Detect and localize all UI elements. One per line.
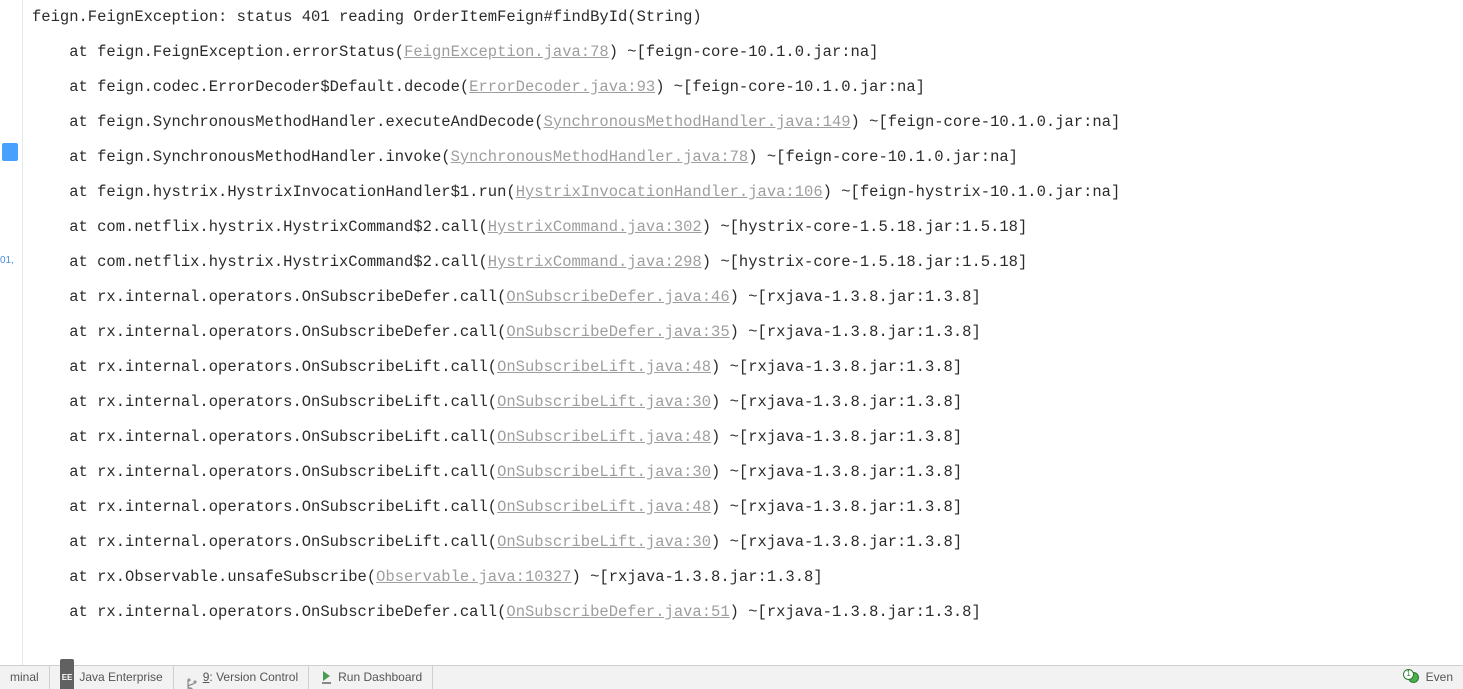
frame-suffix: ) ~[rxjava-1.3.8.jar:1.3.8] [711, 533, 962, 551]
stack-frame: at rx.internal.operators.OnSubscribeLift… [32, 525, 1120, 560]
branch-icon [184, 671, 198, 685]
terminal-tab[interactable]: minal [0, 666, 50, 689]
stack-frame: at com.netflix.hystrix.HystrixCommand$2.… [32, 245, 1120, 280]
stack-frame: at com.netflix.hystrix.HystrixCommand$2.… [32, 210, 1120, 245]
stack-frame: at rx.internal.operators.OnSubscribeDefe… [32, 280, 1120, 315]
stack-frame: at rx.internal.operators.OnSubscribeLift… [32, 455, 1120, 490]
ide-console-panel: 01, feign.FeignException: status 401 rea… [0, 0, 1463, 689]
source-link[interactable]: HystrixCommand.java:298 [488, 253, 702, 271]
event-log-label: Even [1426, 660, 1453, 689]
stack-frame: at feign.SynchronousMethodHandler.execut… [32, 105, 1120, 140]
stack-frame: at rx.internal.operators.OnSubscribeLift… [32, 385, 1120, 420]
frame-suffix: ) ~[rxjava-1.3.8.jar:1.3.8] [711, 358, 962, 376]
source-link[interactable]: ErrorDecoder.java:93 [469, 78, 655, 96]
source-link[interactable]: OnSubscribeDefer.java:35 [506, 323, 729, 341]
frame-prefix: at rx.Observable.unsafeSubscribe( [32, 568, 376, 586]
gutter-annotation: 01, [0, 243, 14, 278]
frame-suffix: ) ~[rxjava-1.3.8.jar:1.3.8] [730, 603, 981, 621]
frame-prefix: at rx.internal.operators.OnSubscribeDefe… [32, 603, 506, 621]
exception-header: feign.FeignException: status 401 reading… [32, 0, 1120, 35]
editor-gutter: 01, [0, 0, 23, 689]
source-link[interactable]: SynchronousMethodHandler.java:149 [544, 113, 851, 131]
source-link[interactable]: OnSubscribeLift.java:30 [497, 393, 711, 411]
source-link[interactable]: OnSubscribeLift.java:48 [497, 428, 711, 446]
source-link[interactable]: OnSubscribeDefer.java:51 [506, 603, 729, 621]
stack-frame: at rx.Observable.unsafeSubscribe(Observa… [32, 560, 1120, 595]
frame-prefix: at rx.internal.operators.OnSubscribeLift… [32, 498, 497, 516]
event-log-tab[interactable]: Even [1397, 666, 1463, 689]
frame-prefix: at feign.SynchronousMethodHandler.execut… [32, 113, 544, 131]
frame-suffix: ) ~[feign-hystrix-10.1.0.jar:na] [823, 183, 1121, 201]
run-dashboard-label: Run Dashboard [338, 660, 422, 689]
source-link[interactable]: Observable.java:10327 [376, 568, 571, 586]
java-enterprise-label: Java Enterprise [79, 660, 162, 689]
frame-prefix: at rx.internal.operators.OnSubscribeLift… [32, 428, 497, 446]
bottom-toolbar: minal EE Java Enterprise 9: Version Cont… [0, 665, 1463, 689]
run-icon [319, 671, 333, 685]
frame-prefix: at feign.FeignException.errorStatus( [32, 43, 404, 61]
frame-suffix: ) ~[feign-core-10.1.0.jar:na] [609, 43, 879, 61]
stack-frame: at rx.internal.operators.OnSubscribeLift… [32, 420, 1120, 455]
frame-prefix: at rx.internal.operators.OnSubscribeLift… [32, 533, 497, 551]
frame-suffix: ) ~[rxjava-1.3.8.jar:1.3.8] [711, 393, 962, 411]
source-link[interactable]: HystrixCommand.java:302 [488, 218, 702, 236]
frame-prefix: at feign.SynchronousMethodHandler.invoke… [32, 148, 451, 166]
stack-frame: at feign.SynchronousMethodHandler.invoke… [32, 140, 1120, 175]
frame-prefix: at rx.internal.operators.OnSubscribeLift… [32, 463, 497, 481]
stack-frame: at rx.internal.operators.OnSubscribeLift… [32, 490, 1120, 525]
stack-frame: at rx.internal.operators.OnSubscribeDefe… [32, 315, 1120, 350]
frame-suffix: ) ~[rxjava-1.3.8.jar:1.3.8] [711, 428, 962, 446]
frame-prefix: at feign.hystrix.HystrixInvocationHandle… [32, 183, 516, 201]
source-link[interactable]: OnSubscribeLift.java:48 [497, 498, 711, 516]
run-dashboard-tab[interactable]: Run Dashboard [309, 666, 433, 689]
frame-prefix: at feign.codec.ErrorDecoder$Default.deco… [32, 78, 469, 96]
frame-suffix: ) ~[hystrix-core-1.5.18.jar:1.5.18] [702, 253, 1028, 271]
stack-frame: at feign.FeignException.errorStatus(Feig… [32, 35, 1120, 70]
console-output[interactable]: feign.FeignException: status 401 reading… [32, 0, 1120, 630]
gutter-marker[interactable] [2, 143, 18, 161]
stack-frame: at feign.codec.ErrorDecoder$Default.deco… [32, 70, 1120, 105]
frame-suffix: ) ~[rxjava-1.3.8.jar:1.3.8] [730, 288, 981, 306]
frame-suffix: ) ~[rxjava-1.3.8.jar:1.3.8] [572, 568, 823, 586]
frame-suffix: ) ~[hystrix-core-1.5.18.jar:1.5.18] [702, 218, 1028, 236]
frame-prefix: at com.netflix.hystrix.HystrixCommand$2.… [32, 253, 488, 271]
frame-suffix: ) ~[feign-core-10.1.0.jar:na] [655, 78, 925, 96]
source-link[interactable]: OnSubscribeLift.java:30 [497, 463, 711, 481]
vcs-label: 9: Version Control [203, 660, 298, 689]
java-enterprise-tab[interactable]: EE Java Enterprise [50, 666, 174, 689]
source-link[interactable]: OnSubscribeLift.java:48 [497, 358, 711, 376]
version-control-tab[interactable]: 9: Version Control [174, 666, 309, 689]
frame-prefix: at rx.internal.operators.OnSubscribeDefe… [32, 323, 506, 341]
source-link[interactable]: OnSubscribeLift.java:30 [497, 533, 711, 551]
frame-suffix: ) ~[feign-core-10.1.0.jar:na] [748, 148, 1018, 166]
stack-frame: at rx.internal.operators.OnSubscribeLift… [32, 350, 1120, 385]
stack-frame: at rx.internal.operators.OnSubscribeDefe… [32, 595, 1120, 630]
frame-prefix: at rx.internal.operators.OnSubscribeLift… [32, 393, 497, 411]
ee-badge-icon: EE [60, 659, 75, 689]
source-link[interactable]: OnSubscribeDefer.java:46 [506, 288, 729, 306]
source-link[interactable]: FeignException.java:78 [404, 43, 609, 61]
frame-prefix: at rx.internal.operators.OnSubscribeDefe… [32, 288, 506, 306]
source-link[interactable]: SynchronousMethodHandler.java:78 [451, 148, 749, 166]
frame-suffix: ) ~[rxjava-1.3.8.jar:1.3.8] [711, 498, 962, 516]
event-log-icon [1407, 671, 1421, 685]
source-link[interactable]: HystrixInvocationHandler.java:106 [516, 183, 823, 201]
frame-suffix: ) ~[rxjava-1.3.8.jar:1.3.8] [730, 323, 981, 341]
frame-prefix: at rx.internal.operators.OnSubscribeLift… [32, 358, 497, 376]
frame-suffix: ) ~[feign-core-10.1.0.jar:na] [851, 113, 1121, 131]
terminal-tab-label: minal [10, 660, 39, 689]
frame-suffix: ) ~[rxjava-1.3.8.jar:1.3.8] [711, 463, 962, 481]
frame-prefix: at com.netflix.hystrix.HystrixCommand$2.… [32, 218, 488, 236]
stack-frame: at feign.hystrix.HystrixInvocationHandle… [32, 175, 1120, 210]
